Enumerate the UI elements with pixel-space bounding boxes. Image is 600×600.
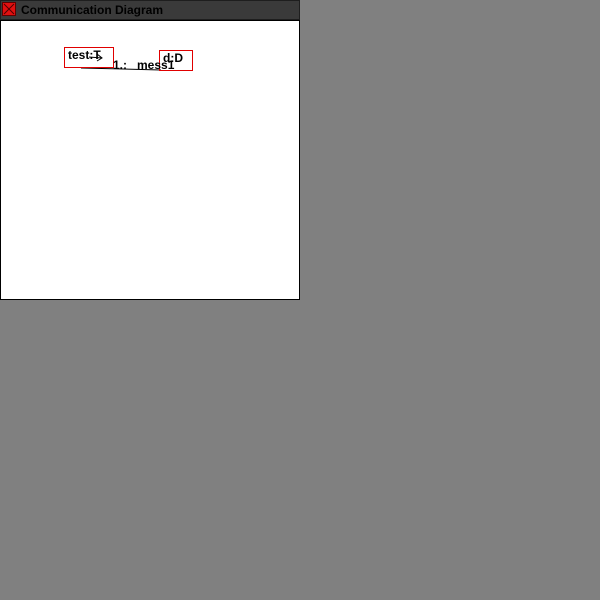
close-button[interactable] — [2, 2, 16, 16]
close-x-icon — [3, 3, 15, 15]
window-title: Communication Diagram — [21, 3, 164, 17]
object-node-test[interactable]: test:T — [64, 47, 114, 68]
message-label[interactable]: 1.: mess1 — [113, 58, 174, 72]
diagram-window: Communication Diagram test:T d:D 1.: mes… — [0, 0, 300, 300]
title-bar[interactable]: Communication Diagram — [0, 0, 300, 20]
diagram-canvas[interactable]: test:T d:D 1.: mess1 — [0, 20, 300, 300]
object-label: test:T — [68, 48, 101, 62]
